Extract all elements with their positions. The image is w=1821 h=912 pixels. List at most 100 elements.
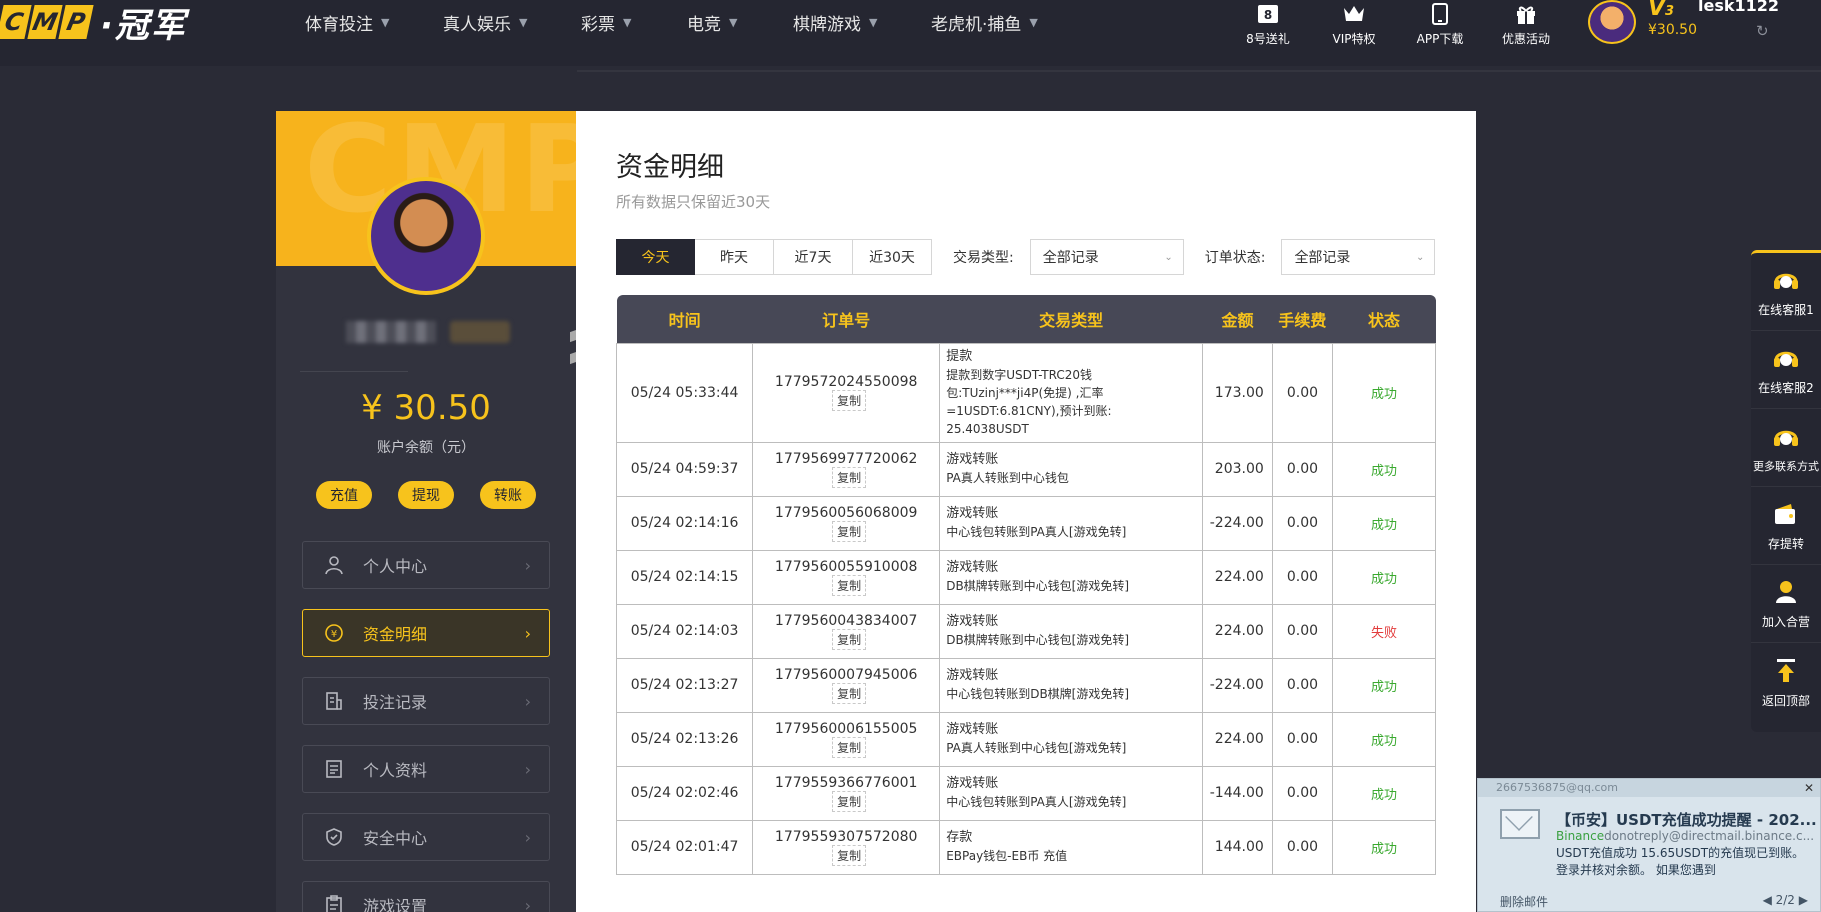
nav-card-games[interactable]: 棋牌游戏 ▼	[793, 10, 931, 35]
copy-button[interactable]: 复制	[832, 736, 867, 758]
copy-button[interactable]: 复制	[832, 574, 867, 596]
copy-button[interactable]: 复制	[832, 520, 867, 542]
cell-status: 成功	[1332, 342, 1436, 443]
column-header-order-no: 订单号	[752, 295, 940, 343]
close-icon[interactable]: ✕	[1804, 779, 1814, 797]
crown-icon	[1342, 2, 1366, 26]
copy-button[interactable]: 复制	[832, 844, 867, 866]
tab-last-30-days[interactable]: 近30天	[853, 239, 932, 275]
chevron-down-icon: ▼	[1029, 15, 1038, 29]
order-status-select[interactable]: 全部记录 ⌄	[1281, 239, 1436, 275]
order-number: 1779572024550098	[774, 374, 918, 390]
cell-amount: -144.00	[1202, 765, 1273, 821]
sender-address: donotreply@directmail.binance.c...	[1604, 829, 1815, 843]
status-badge: 成功	[1371, 679, 1398, 695]
tab-last-7-days[interactable]: 近7天	[774, 239, 853, 275]
cell-order-no: 1779560056068009复制	[752, 495, 941, 551]
tab-yesterday[interactable]: 昨天	[695, 239, 774, 275]
transaction-type: 游戏转账	[946, 722, 999, 737]
withdraw-button[interactable]: 提现	[398, 481, 454, 509]
copy-button[interactable]: 复制	[832, 628, 867, 650]
shield-icon	[323, 826, 345, 848]
status-badge: 成功	[1371, 463, 1398, 479]
notification-pager: ◀ 2/2 ▶	[1763, 893, 1808, 907]
top-link-app-download[interactable]: APP下载	[1397, 0, 1483, 47]
transaction-type: 游戏转账	[946, 668, 999, 683]
cell-fee: 0.00	[1271, 657, 1334, 713]
next-icon[interactable]: ▶	[1799, 893, 1808, 907]
sidebar-item-label: 个人资料	[363, 761, 428, 780]
transfer-button[interactable]: 转账	[480, 481, 536, 509]
cell-time: 05/24 02:14:16	[615, 495, 754, 551]
join-partner-button[interactable]: 加入合营	[1751, 565, 1821, 643]
avatar[interactable]	[1588, 0, 1636, 44]
pager-text: 2/2	[1775, 893, 1795, 907]
online-support-1-button[interactable]: 在线客服1	[1751, 253, 1821, 331]
column-header-fee: 手续费	[1272, 295, 1333, 343]
order-number: 1779560007945006	[774, 666, 918, 683]
delete-mail-link[interactable]: 删除邮件	[1500, 893, 1548, 910]
status-badge: 成功	[1371, 787, 1398, 803]
cell-amount: 224.00	[1202, 603, 1273, 659]
copy-button[interactable]: 复制	[832, 466, 867, 488]
cell-order-no: 1779560043834007复制	[752, 603, 941, 659]
copy-button[interactable]: 复制	[832, 390, 867, 411]
online-support-2-button[interactable]: 在线客服2	[1751, 331, 1821, 409]
table-row: 05/24 04:59:37 1779569977720062复制 游戏转账 PA真人…	[615, 441, 1436, 497]
transaction-type-select[interactable]: 全部记录 ⌄	[1029, 239, 1184, 275]
profile-avatar[interactable]	[367, 177, 485, 295]
toolbar-label: 加入合营	[1761, 615, 1810, 629]
table-row: 05/24 02:14:03 1779560043834007复制 游戏转账 DB棋牌…	[615, 603, 1436, 659]
order-number: 1779560043834007	[774, 612, 918, 629]
deposit-button[interactable]: 充值	[316, 481, 372, 509]
sidebar-item-game-settings[interactable]: 游戏设置 ›	[302, 881, 550, 912]
refresh-icon[interactable]: ↻	[1756, 22, 1769, 40]
status-badge: 成功	[1371, 841, 1398, 857]
sidebar-item-fund-details[interactable]: ¥ 资金明细 ›	[302, 609, 550, 657]
nav-lottery[interactable]: 彩票 ▼	[581, 10, 687, 35]
cell-time: 05/24 02:01:47	[615, 819, 754, 875]
transaction-detail: PA真人转账到中心钱包[游戏免转]	[946, 741, 1127, 755]
notification-account: 2667536875@qq.com ✕	[1478, 779, 1820, 797]
status-badge: 成功	[1371, 733, 1398, 749]
blurred-name-block	[346, 321, 436, 343]
deposit-withdraw-button[interactable]: 存提转	[1751, 487, 1821, 565]
user-area: V3 lesk1122 ¥30.50 ↻	[1588, 0, 1821, 50]
cell-time: 05/24 02:02:46	[615, 765, 754, 821]
sidebar-item-personal-info[interactable]: 个人资料 ›	[302, 745, 550, 793]
email-notification[interactable]: 2667536875@qq.com ✕ 【币安】USDT充值成功提醒 - 202…	[1477, 778, 1821, 912]
cell-status: 成功	[1332, 819, 1436, 875]
nav-sports[interactable]: 体育投注 ▼	[305, 10, 443, 35]
cell-fee: 0.00	[1271, 495, 1334, 551]
sidebar-divider	[300, 371, 408, 372]
logo[interactable]: C M P ·冠军	[0, 2, 187, 46]
svg-text:8: 8	[1264, 8, 1272, 22]
sidebar-item-label: 安全中心	[363, 829, 428, 848]
nav-slots-fishing[interactable]: 老虎机·捕鱼 ▼	[931, 10, 1071, 35]
username[interactable]: lesk1122	[1698, 0, 1779, 15]
sidebar-item-bet-records[interactable]: 投注记录 ›	[302, 677, 550, 725]
nav-live-casino[interactable]: 真人娱乐 ▼	[443, 10, 581, 35]
copy-button[interactable]: 复制	[832, 682, 867, 704]
back-to-top-button[interactable]: 返回顶部	[1751, 643, 1821, 721]
cell-fee: 0.00	[1271, 549, 1334, 605]
sidebar-item-security[interactable]: 安全中心 ›	[302, 813, 550, 861]
more-contacts-button[interactable]: 更多联系方式	[1751, 409, 1821, 487]
chevron-down-icon: ▼	[623, 15, 632, 29]
nav-esports[interactable]: 电竞 ▼	[687, 10, 793, 35]
transaction-detail: DB棋牌转账到中心钱包[游戏免转]	[946, 633, 1130, 647]
mail-icon	[1500, 809, 1540, 839]
sidebar-item-personal-center[interactable]: 个人中心 ›	[302, 541, 550, 589]
copy-button[interactable]: 复制	[832, 790, 867, 812]
header-divider	[577, 70, 1821, 72]
chevron-right-icon: ›	[524, 759, 531, 779]
cell-order-no: 1779569977720062复制	[752, 441, 941, 497]
cell-amount: -224.00	[1202, 657, 1273, 713]
top-link-vip[interactable]: VIP特权	[1311, 0, 1397, 47]
account-sidebar: CMP ¥ 30.50 账户余额（元） 充值 提现 转账 个人中心 › ¥ 资金…	[276, 111, 576, 912]
top-link-gift-8[interactable]: 8 8号送礼	[1225, 0, 1311, 47]
prev-icon[interactable]: ◀	[1763, 893, 1772, 907]
tab-today[interactable]: 今天	[616, 239, 695, 275]
cell-fee: 0.00	[1271, 765, 1334, 821]
top-link-promotions[interactable]: 优惠活动	[1483, 0, 1569, 47]
